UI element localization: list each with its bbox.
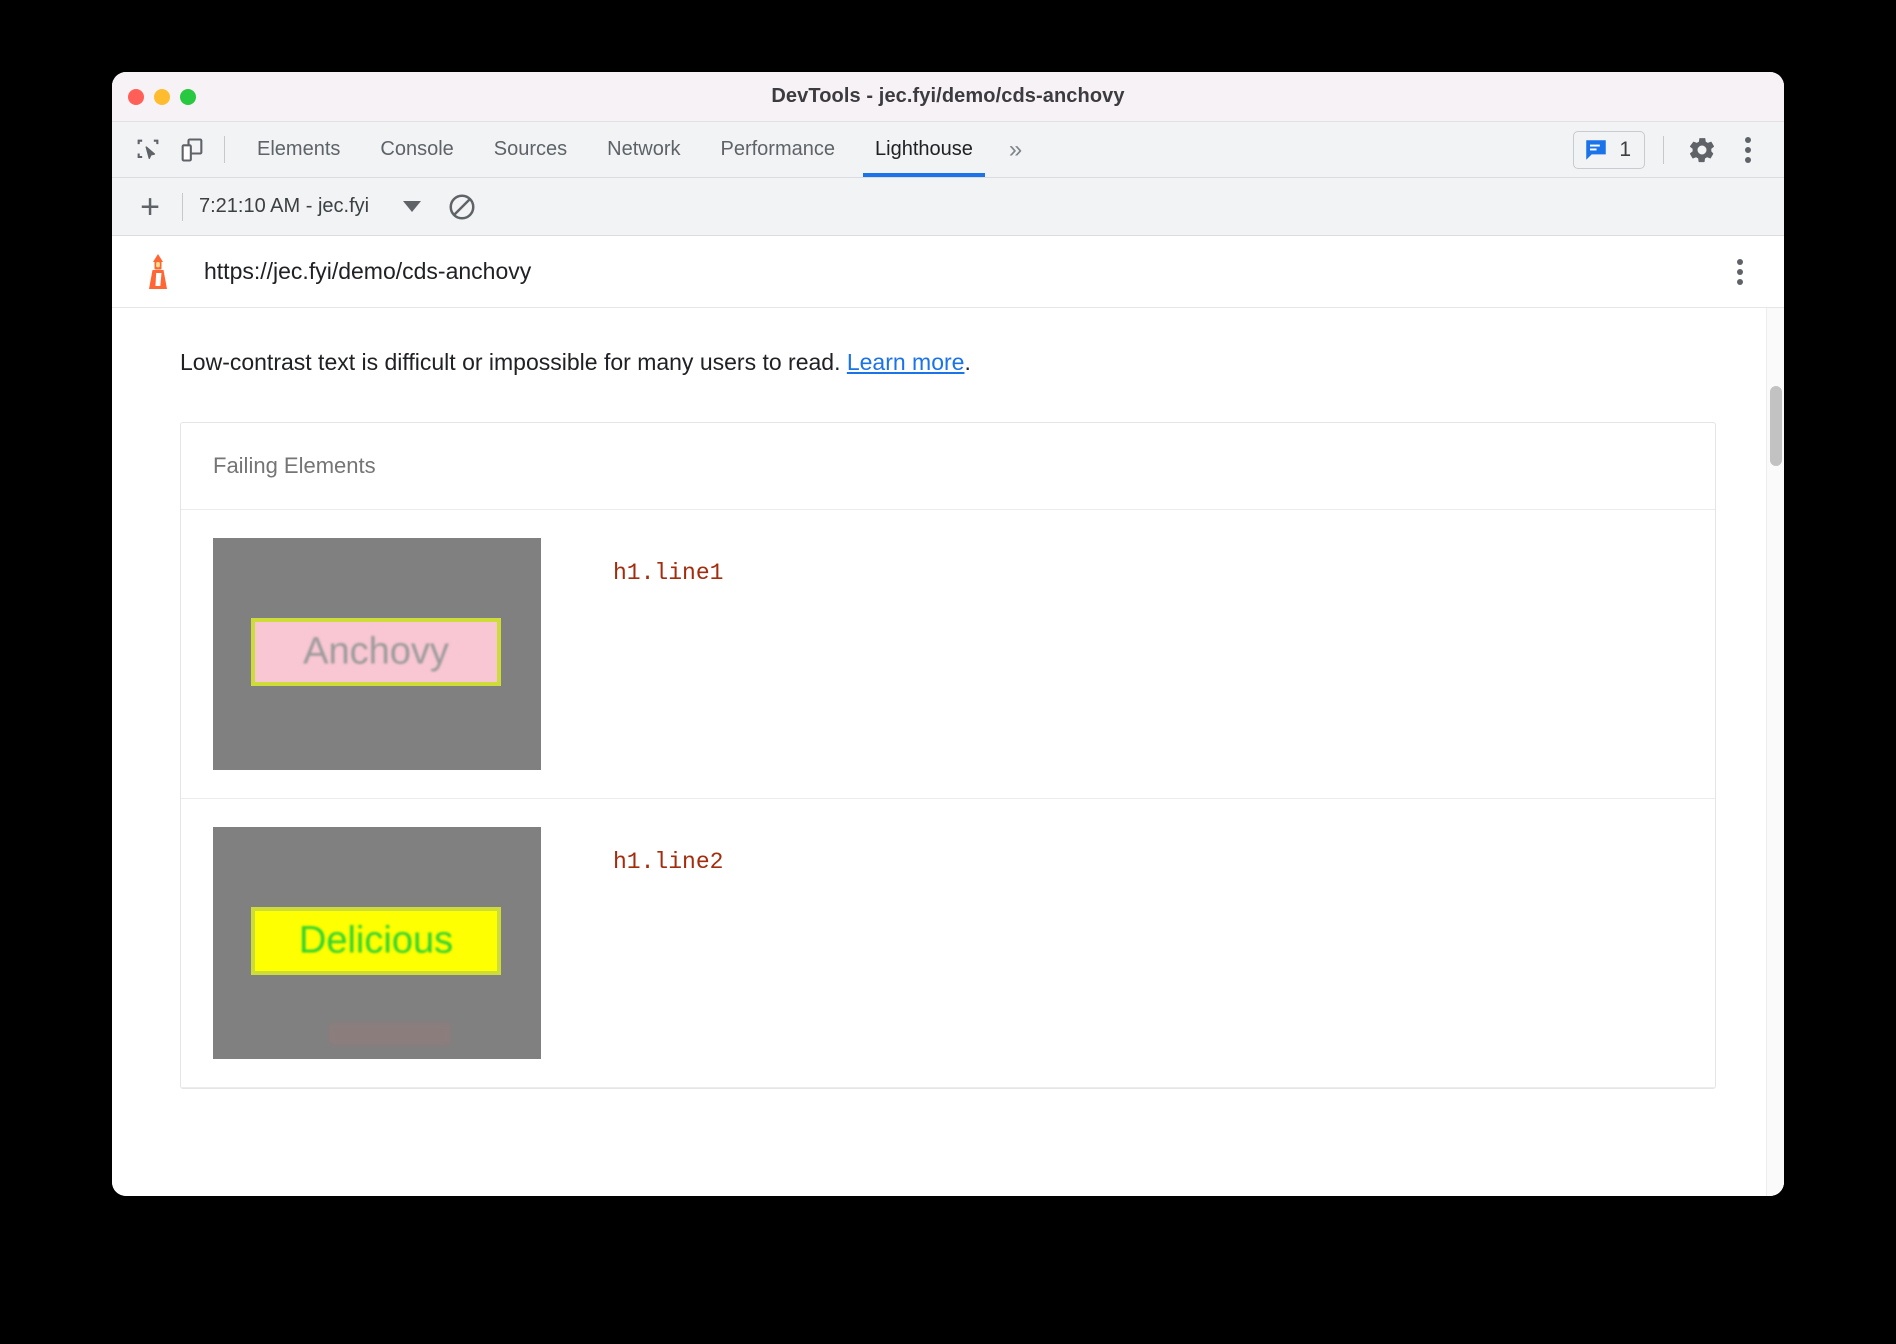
tab-network[interactable]: Network [587,122,700,177]
element-screenshot-thumbnail[interactable]: Delicious [213,827,541,1059]
tab-elements[interactable]: Elements [237,122,360,177]
message-count-label: 1 [1619,138,1631,162]
report-header: https://jec.fyi/demo/cds-anchovy [112,236,1784,308]
table-row[interactable]: Anchovy h1.line1 [181,510,1715,799]
lighthouse-report-panel: Low-contrast text is difficult or imposs… [112,308,1784,1196]
learn-more-link[interactable]: Learn more [847,349,965,375]
gear-icon[interactable] [1682,130,1722,170]
failing-elements-title: Failing Elements [181,423,1715,510]
message-bubble-icon [1583,137,1609,163]
new-audit-button[interactable]: + [128,190,172,224]
report-selector-value: 7:21:10 AM - jec.fyi [199,195,369,218]
highlighted-element: Anchovy [251,618,501,686]
window-title: DevTools - jec.fyi/demo/cds-anchovy [112,85,1784,108]
report-menu-icon[interactable] [1718,250,1762,294]
close-window-button[interactable] [128,89,144,105]
element-screenshot-thumbnail[interactable]: Anchovy [213,538,541,770]
window-controls[interactable] [128,89,196,105]
panel-tabs: Elements Console Sources Network Perform… [237,122,993,177]
clear-reports-button[interactable] [447,192,477,222]
devtools-window: DevTools - jec.fyi/demo/cds-anchovy Elem… [112,72,1784,1196]
audit-description-text: Low-contrast text is difficult or imposs… [180,349,847,375]
device-toolbar-icon[interactable] [170,122,214,177]
lighthouse-subtoolbar: + 7:21:10 AM - jec.fyi [112,178,1784,236]
failing-elements-card: Failing Elements Anchovy h1.line1 Del [180,422,1716,1089]
more-tabs-icon[interactable]: » [993,122,1038,177]
chevron-down-icon[interactable] [403,201,421,212]
element-selector: h1.line2 [541,827,723,875]
element-snippet-text: Anchovy [303,631,449,674]
message-count-button[interactable]: 1 [1573,131,1645,169]
tab-console[interactable]: Console [360,122,473,177]
subtoolbar-divider [182,193,183,221]
vertical-scrollbar[interactable] [1766,308,1784,1196]
toolbar-divider [224,136,225,163]
no-entry-icon [447,192,477,222]
tab-performance[interactable]: Performance [701,122,856,177]
report-url: https://jec.fyi/demo/cds-anchovy [204,258,531,285]
scrollbar-thumb[interactable] [1770,386,1782,466]
highlighted-element: Delicious [251,907,501,975]
inspect-element-icon[interactable] [126,122,170,177]
audit-description: Low-contrast text is difficult or imposs… [112,308,1784,378]
minimize-window-button[interactable] [154,89,170,105]
audit-description-suffix: . [964,349,970,375]
maximize-window-button[interactable] [180,89,196,105]
report-selector[interactable]: 7:21:10 AM - jec.fyi [199,195,421,218]
element-snippet-text: Delicious [299,920,453,963]
screen: DevTools - jec.fyi/demo/cds-anchovy Elem… [0,0,1896,1344]
window-titlebar: DevTools - jec.fyi/demo/cds-anchovy [112,72,1784,122]
tab-sources[interactable]: Sources [474,122,587,177]
table-row[interactable]: Delicious h1.line2 [181,799,1715,1088]
lighthouse-logo-icon [138,252,178,292]
tabbar-actions: 1 [1573,122,1784,177]
tab-lighthouse[interactable]: Lighthouse [855,122,993,177]
toolbar-divider-2 [1663,136,1664,164]
devtools-main-menu-icon[interactable] [1728,130,1768,170]
element-selector: h1.line1 [541,538,723,586]
blurred-element [329,1023,451,1045]
devtools-tabbar: Elements Console Sources Network Perform… [112,122,1784,178]
